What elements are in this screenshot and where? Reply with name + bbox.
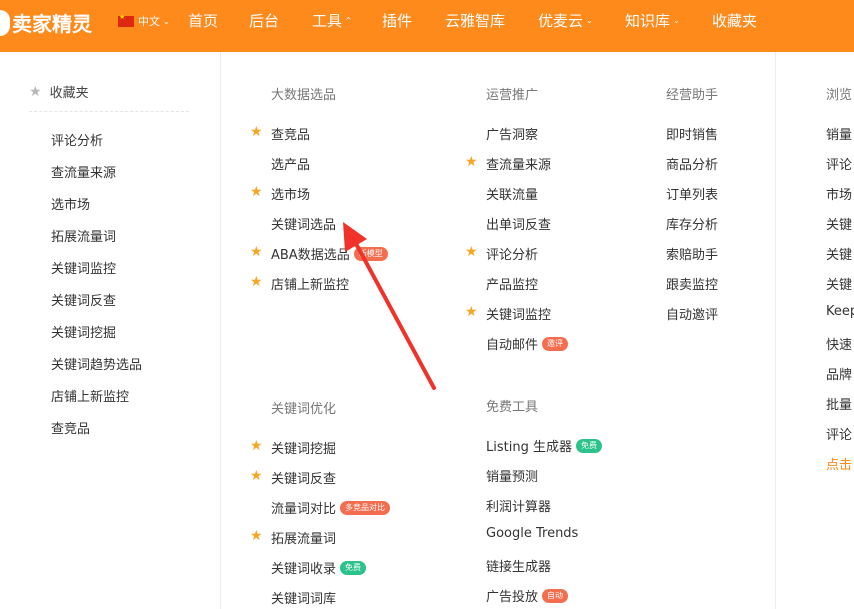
annotation-arrow	[343, 222, 436, 390]
arrow-head	[343, 222, 367, 252]
arrow-shaft	[352, 238, 436, 390]
